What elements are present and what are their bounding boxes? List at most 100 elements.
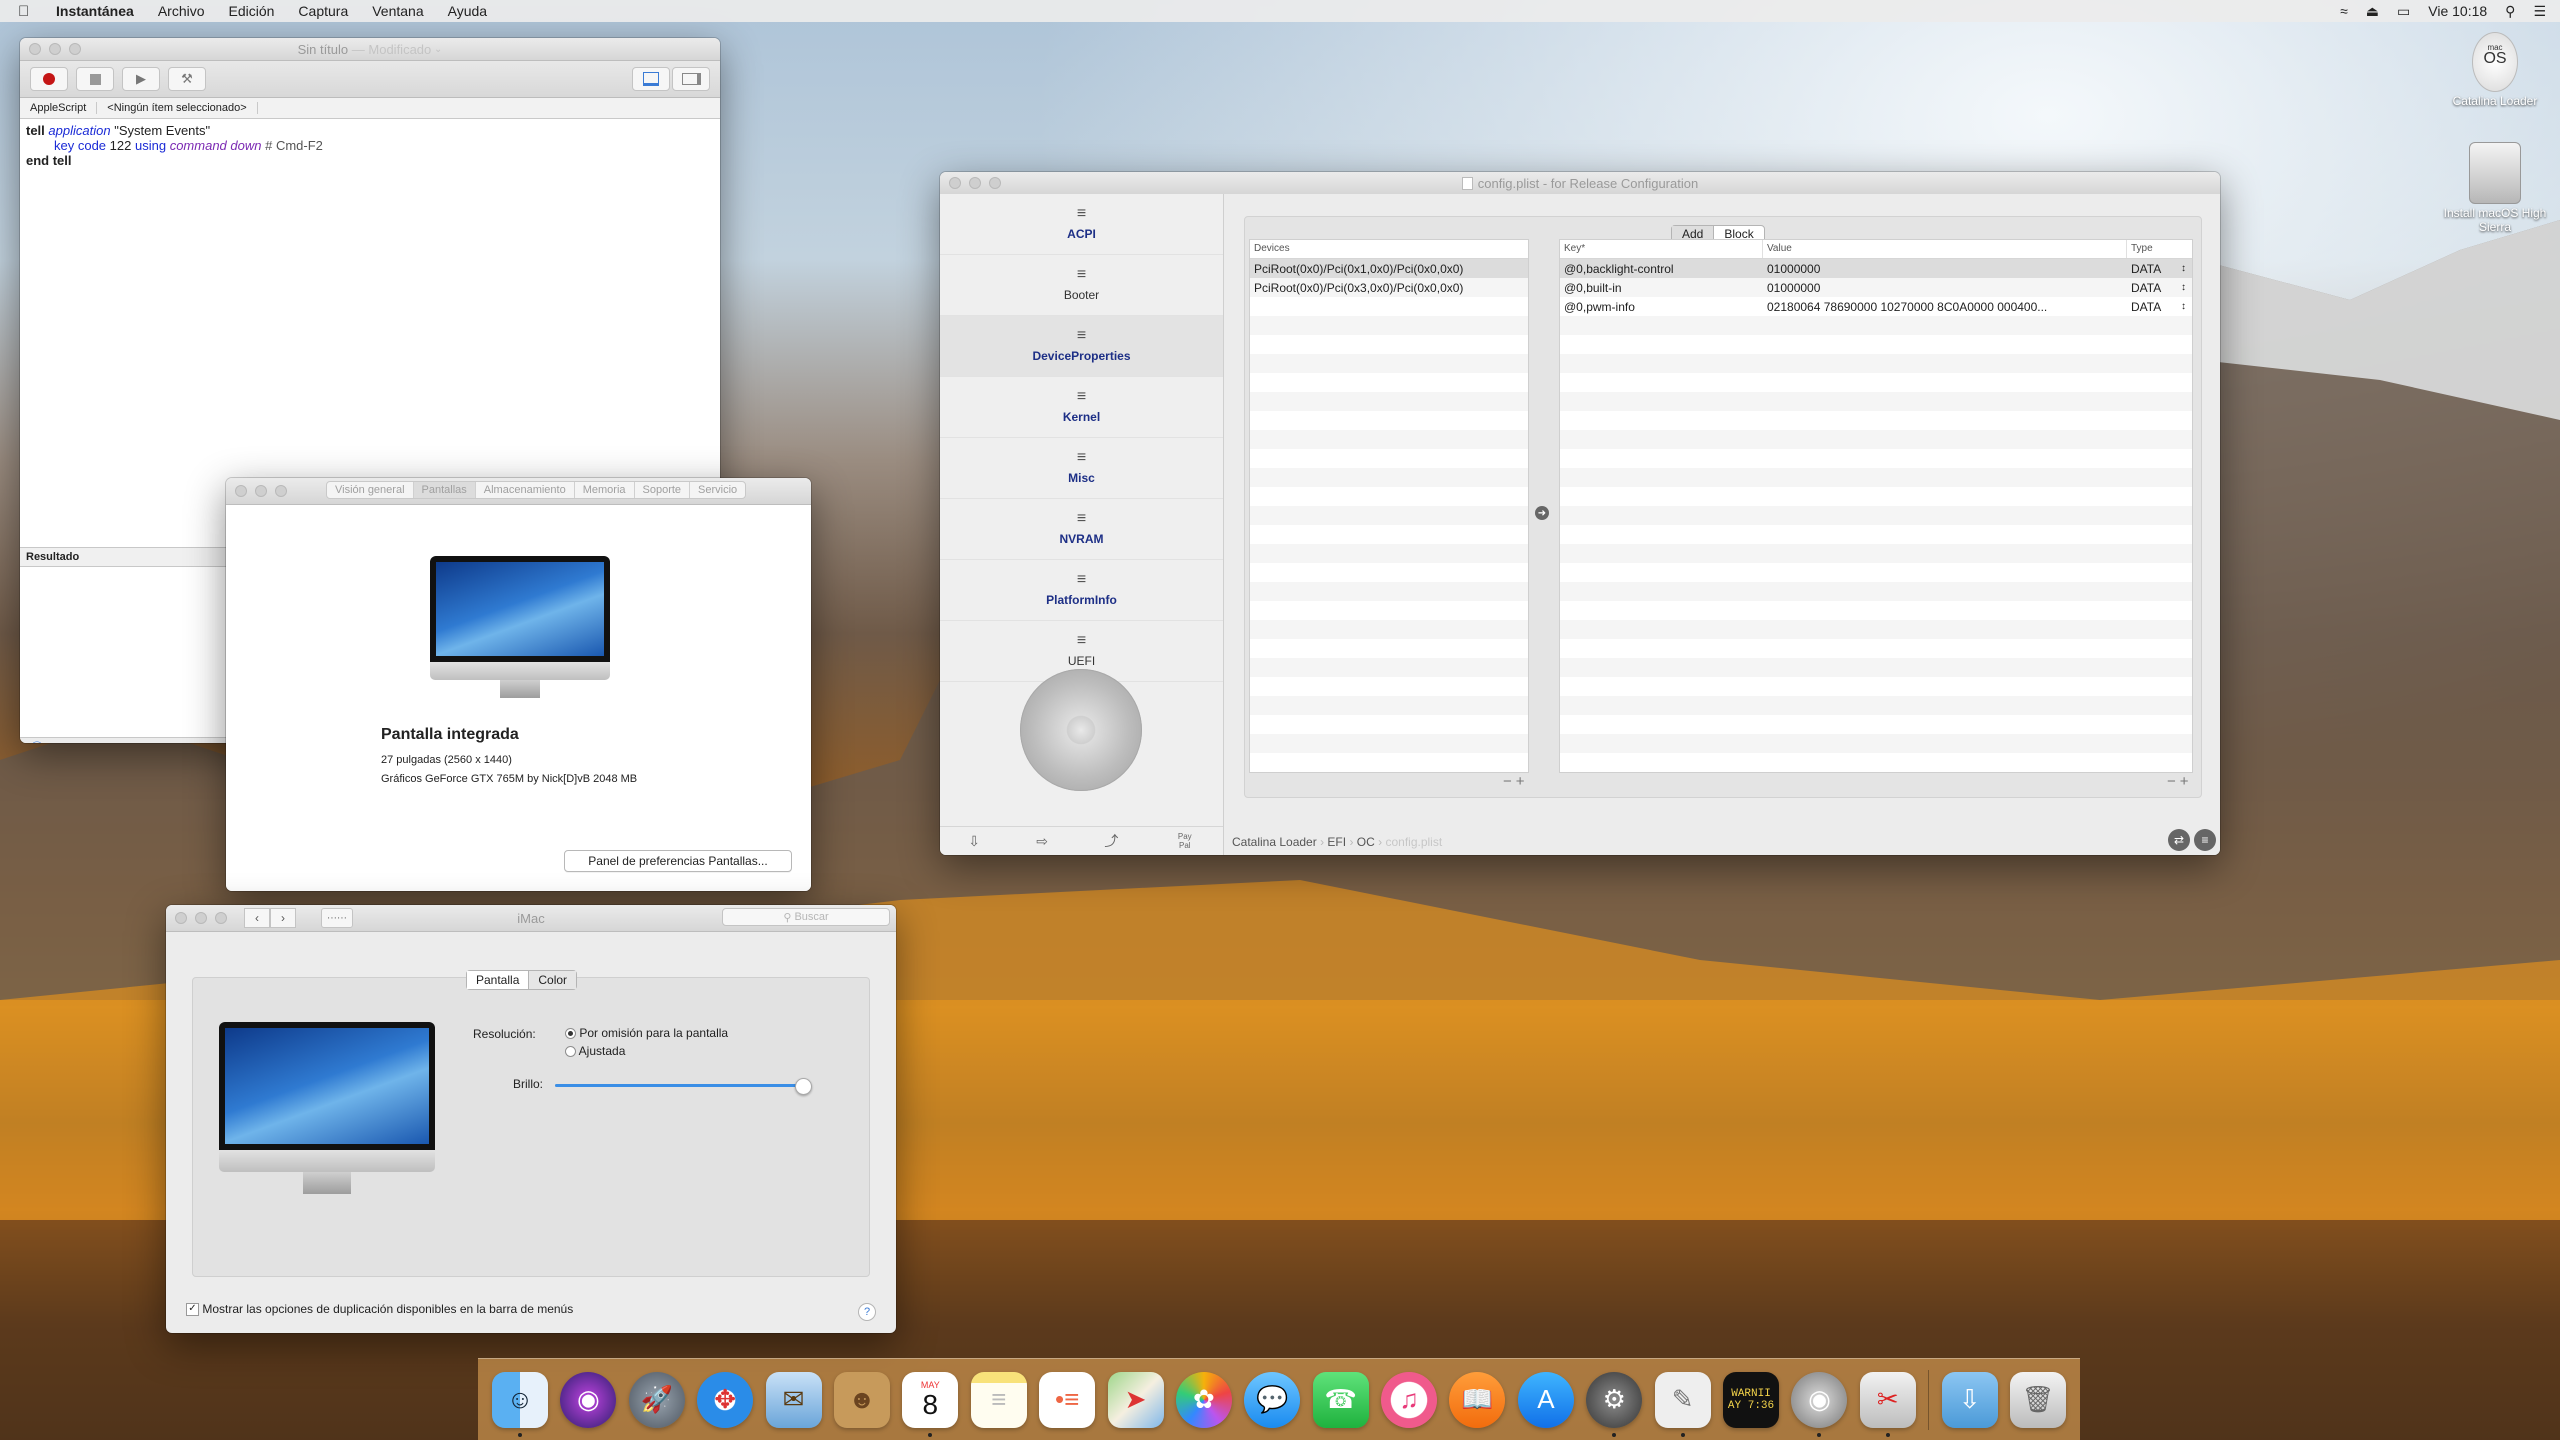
return-icon[interactable]: ↵ — [62, 741, 74, 744]
launchpad-icon[interactable]: 🚀 — [628, 1371, 685, 1428]
path-item[interactable]: OC — [1357, 835, 1375, 849]
radio-scaled[interactable] — [565, 1046, 576, 1058]
table-row[interactable] — [1560, 620, 2192, 639]
minimize-button[interactable] — [49, 43, 61, 55]
menu-edicion[interactable]: Edición — [229, 3, 275, 19]
table-row[interactable] — [1250, 392, 1528, 411]
spotlight-icon[interactable]: ⚲ — [2505, 3, 2515, 20]
devices-table[interactable]: Devices PciRoot(0x0)/Pci(0x1,0x0)/Pci(0x… — [1249, 239, 1529, 773]
sidebar-item-deviceproperties[interactable]: ≡ DeviceProperties — [940, 316, 1223, 377]
table-row[interactable] — [1560, 715, 2192, 734]
screenshot-icon[interactable]: ✂ — [1859, 1371, 1916, 1437]
table-row[interactable] — [1560, 354, 2192, 373]
tab-servicio[interactable]: Servicio — [690, 482, 745, 498]
calendar-icon[interactable]: MAY 8 — [902, 1371, 959, 1437]
table-row[interactable] — [1250, 715, 1528, 734]
type-stepper-icon[interactable]: ↕ — [2177, 301, 2192, 312]
devices-add-remove[interactable]: −+ — [1503, 773, 1529, 790]
table-row[interactable] — [1250, 487, 1528, 506]
close-button[interactable] — [29, 43, 41, 55]
column-value[interactable]: Value — [1763, 240, 2127, 258]
table-row[interactable] — [1560, 696, 2192, 715]
mirror-checkbox[interactable]: ✓ — [186, 1303, 199, 1317]
path-item[interactable]: Catalina Loader — [1232, 835, 1317, 849]
tab-color[interactable]: Color — [529, 971, 577, 989]
property-key[interactable]: @0,built-in — [1560, 281, 1763, 295]
table-row[interactable] — [1560, 392, 2192, 411]
table-row[interactable] — [1250, 696, 1528, 715]
forward-button[interactable]: › — [270, 908, 296, 928]
table-row[interactable] — [1560, 506, 2192, 525]
apple-menu-icon[interactable]:  — [18, 3, 44, 20]
script-editor-icon[interactable]: ✎ — [1654, 1371, 1711, 1437]
search-input[interactable]: ⚲ Buscar — [722, 908, 890, 926]
table-row[interactable] — [1250, 620, 1528, 639]
table-row[interactable] — [1250, 297, 1528, 316]
menu-captura[interactable]: Captura — [298, 3, 348, 19]
table-row[interactable] — [1560, 734, 2192, 753]
run-button[interactable]: ▶ — [122, 67, 160, 91]
show-all-button[interactable]: ⋯⋯ — [321, 908, 353, 928]
table-row[interactable] — [1560, 468, 2192, 487]
property-value[interactable]: 01000000 — [1763, 281, 2127, 295]
table-row[interactable] — [1560, 525, 2192, 544]
table-row[interactable] — [1560, 753, 2192, 772]
tab-almacenamiento[interactable]: Almacenamiento — [476, 482, 575, 498]
sidebar-item-nvram[interactable]: ≡ NVRAM — [940, 499, 1223, 560]
table-row[interactable] — [1250, 468, 1528, 487]
table-row[interactable] — [1250, 753, 1528, 772]
tab-vision-general[interactable]: Visión general — [327, 482, 414, 498]
table-row[interactable] — [1250, 449, 1528, 468]
ibooks-icon[interactable]: 📖 — [1449, 1371, 1506, 1428]
table-row[interactable] — [1250, 734, 1528, 753]
property-value[interactable]: 01000000 — [1763, 262, 2127, 276]
info-icon[interactable]: ⓘ — [30, 739, 44, 743]
table-row[interactable] — [1250, 525, 1528, 544]
radio-default[interactable] — [565, 1028, 576, 1040]
type-stepper-icon[interactable]: ↕ — [2177, 282, 2192, 293]
language-popup[interactable]: AppleScript — [20, 102, 98, 114]
help-button[interactable]: ? — [858, 1303, 876, 1321]
tab-pantallas[interactable]: Pantallas — [413, 482, 476, 498]
tab-memoria[interactable]: Memoria — [575, 482, 635, 498]
mirror-option[interactable]: ✓ Mostrar las opciones de duplicación di… — [186, 1302, 573, 1317]
minimize-button[interactable] — [255, 485, 267, 497]
table-row[interactable] — [1250, 563, 1528, 582]
table-row[interactable] — [1250, 639, 1528, 658]
zoom-button[interactable] — [989, 177, 1001, 189]
table-row[interactable] — [1250, 335, 1528, 354]
share-icon[interactable]: ⤴ — [1104, 831, 1118, 851]
table-row[interactable] — [1250, 658, 1528, 677]
tab-pantalla[interactable]: Pantalla — [467, 971, 530, 989]
reminders-icon[interactable]: •≡ — [1039, 1371, 1096, 1428]
show-editor-button[interactable] — [632, 67, 670, 91]
siri-icon[interactable]: ◉ — [560, 1371, 617, 1428]
compile-button[interactable]: ⚒ — [168, 67, 206, 91]
minimize-button[interactable] — [969, 177, 981, 189]
log-icon[interactable]: ▤ — [92, 741, 105, 744]
close-button[interactable] — [949, 177, 961, 189]
list-view-button[interactable]: ≡ — [2194, 829, 2216, 851]
convert-button[interactable]: ⇄ — [2168, 829, 2190, 851]
zoom-button[interactable] — [215, 912, 227, 924]
photos-icon[interactable]: ✿ — [1175, 1371, 1232, 1428]
maps-icon[interactable]: ➤ — [1107, 1371, 1164, 1428]
table-row[interactable] — [1560, 316, 2192, 335]
handler-popup[interactable]: <Ningún ítem seleccionado> — [97, 102, 258, 114]
downloads-folder-icon[interactable]: ⇩ — [1941, 1371, 1998, 1428]
close-button[interactable] — [235, 485, 247, 497]
table-row[interactable] — [1250, 506, 1528, 525]
display-mirror-icon[interactable]: ▭ — [2397, 3, 2410, 20]
back-button[interactable]: ‹ — [244, 908, 270, 928]
menu-ventana[interactable]: Ventana — [372, 3, 423, 19]
sidebar-item-booter[interactable]: ≡ Booter — [940, 255, 1223, 316]
brightness-slider[interactable] — [555, 1078, 812, 1095]
arrow-right-icon[interactable]: ➜ — [1535, 506, 1549, 520]
table-row[interactable]: PciRoot(0x0)/Pci(0x3,0x0)/Pci(0x0,0x0) — [1250, 278, 1528, 297]
table-row[interactable] — [1560, 335, 2192, 354]
table-row[interactable] — [1560, 449, 2192, 468]
property-type[interactable]: DATA — [2127, 281, 2177, 295]
table-row[interactable] — [1560, 582, 2192, 601]
table-row[interactable]: PciRoot(0x0)/Pci(0x1,0x0)/Pci(0x0,0x0) — [1250, 259, 1528, 278]
opencore-configurator-icon[interactable]: ◉ — [1791, 1371, 1848, 1437]
